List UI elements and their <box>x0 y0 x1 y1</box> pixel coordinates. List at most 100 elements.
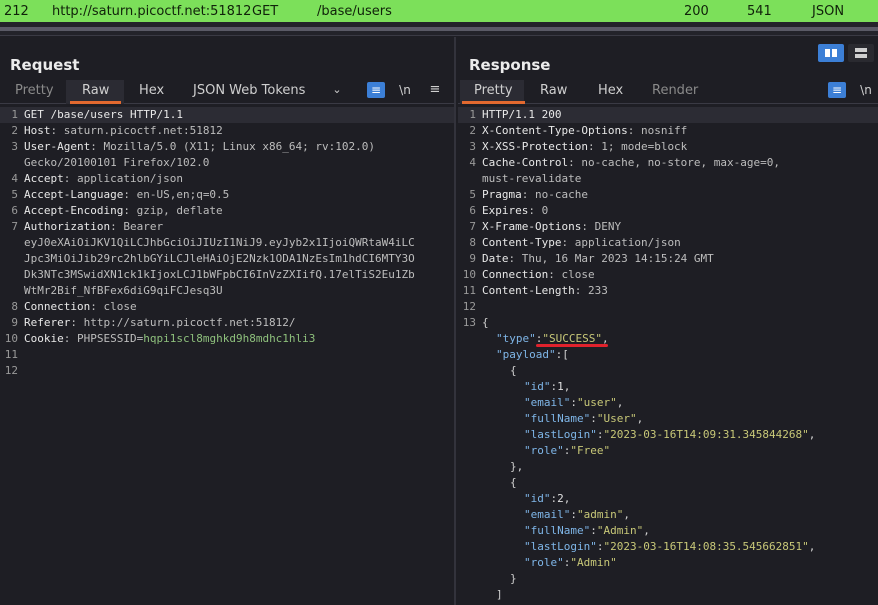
json-text: { <box>510 363 517 379</box>
header-name: Date <box>482 252 509 265</box>
header-name: Host <box>24 124 51 137</box>
menu-icon[interactable]: ≡ <box>426 82 444 98</box>
code-line: 2 X-Content-Type-Options: nosniff <box>458 123 878 139</box>
line-text: Cookie: PHPSESSID=hqpi1scl8mghkd9h8mdhc1… <box>24 331 315 347</box>
code-line: 11 Content-Length: 233 <box>458 283 878 299</box>
code-line: 4 Cache-Control: no-cache, no-store, max-… <box>458 155 878 171</box>
newline-icon[interactable]: \n <box>857 82 875 98</box>
history-host: http://saturn.picoctf.net:51812 <box>52 4 252 19</box>
response-tab-render[interactable]: Render <box>652 83 698 98</box>
line-number: 3 <box>11 140 18 153</box>
response-tab-hex[interactable]: Hex <box>598 83 623 98</box>
wrap-icon[interactable]: ≡ <box>828 82 846 98</box>
code-line: 7 X-Frame-Options: DENY <box>458 219 878 235</box>
code-line: Dk3NTc3MSwidXN1ck1kIjoxLCJ1bWFpbCI6InVzZ… <box>0 267 454 283</box>
line-number: 9 <box>469 252 476 265</box>
history-url: /base/users <box>317 4 392 19</box>
json-text: "id":2, <box>524 491 570 507</box>
horizontal-scrollbar[interactable] <box>0 27 878 31</box>
colon: : <box>590 412 597 425</box>
code-line: 10 Connection: close <box>458 267 878 283</box>
code-line: 6 Expires: 0 <box>458 203 878 219</box>
json-value: 2 <box>557 492 564 505</box>
history-row-selected[interactable]: 212 http://saturn.picoctf.net:51812 GET … <box>0 0 878 22</box>
header-name: X-Content-Type-Options <box>482 124 628 137</box>
json-value: "User" <box>596 412 637 425</box>
json-text: "role":"Admin" <box>524 555 617 571</box>
comma: , <box>808 428 816 441</box>
line-number: 7 <box>469 220 476 233</box>
json-text: "id":1, <box>524 379 570 395</box>
colon: : <box>570 396 577 409</box>
header-name: Content-Length <box>482 284 575 297</box>
line-text: WtMr2Bif_NfBFex6diG9qiFCJesq3U <box>24 283 223 299</box>
code-line: Jpc3MiOiJib29rc2hlbGYiLCJleHAiOjE2Nzk1OD… <box>0 251 454 267</box>
header-value: : no-cache <box>521 188 588 201</box>
json-key: "email" <box>524 508 571 521</box>
json-value: "Admin" <box>596 524 644 537</box>
header-value: : Mozilla/5.0 (X11; Linux x86_64; rv:102… <box>90 140 376 153</box>
bracket: ] <box>496 588 503 601</box>
json-line: "fullName":"User", <box>458 411 878 427</box>
request-tab-raw[interactable]: Raw <box>69 83 122 104</box>
history-scrollbar-area <box>0 22 878 36</box>
response-tab-raw[interactable]: Raw <box>540 83 567 98</box>
code-line: must-revalidate <box>458 171 878 187</box>
comma: , <box>623 508 630 521</box>
colon: :[ <box>555 348 569 361</box>
json-line: "lastLogin":"2023-03-16T14:09:31.3458442… <box>458 427 878 443</box>
json-line: }, <box>458 459 878 475</box>
json-text: "fullName":"Admin", <box>524 523 650 539</box>
request-tab-jwt[interactable]: JSON Web Tokens <box>193 83 305 98</box>
line-text: X-Content-Type-Options: nosniff <box>482 123 687 139</box>
header-name: Expires <box>482 204 529 217</box>
header-value: WtMr2Bif_NfBFex6diG9qiFCJesq3U <box>24 284 223 297</box>
response-title: Response <box>469 56 551 74</box>
split-horizontal-icon[interactable] <box>818 44 844 62</box>
wrap-icon[interactable]: ≡ <box>367 82 385 98</box>
json-line: "lastLogin":"2023-03-16T14:08:35.5456628… <box>458 539 878 555</box>
json-value: "Admin" <box>570 556 617 569</box>
json-line: "id":1, <box>458 379 878 395</box>
line-number: 2 <box>469 124 476 137</box>
json-key: "id" <box>524 380 551 393</box>
header-value: : 233 <box>574 284 608 297</box>
request-pane: Request Pretty Raw Hex JSON Web Tokens ⌄… <box>0 37 456 605</box>
json-key: "email" <box>524 396 571 409</box>
line-number: 6 <box>469 204 476 217</box>
cookie-value: hqpi1scl8mghkd9h8mdhc1hli3 <box>143 332 316 345</box>
chevron-down-icon[interactable]: ⌄ <box>328 82 346 98</box>
newline-icon[interactable]: \n <box>396 82 414 98</box>
line-number: 1 <box>11 108 18 121</box>
header-value: : DENY <box>581 220 622 233</box>
json-line: "type":"SUCCESS", <box>458 331 878 347</box>
request-tab-pretty[interactable]: Pretty <box>15 83 54 98</box>
header-name: X-Frame-Options <box>482 220 582 233</box>
line-text: Content-Type: application/json <box>482 235 681 251</box>
response-tabs: Pretty Raw Hex Render ≡ \n <box>458 80 878 104</box>
response-editor[interactable]: 1 HTTP/1.1 200 2 X-Content-Type-Options: no… <box>458 107 878 603</box>
header-name: Cache-Control <box>482 156 569 169</box>
json-line: { <box>458 475 878 491</box>
line-text: Jpc3MiOiJib29rc2hlbGYiLCJleHAiOjE2Nzk1OD… <box>24 251 415 267</box>
header-name: Content-Type <box>482 236 562 249</box>
line-number: 10 <box>4 332 18 345</box>
header-value: : en-US,en;q=0.5 <box>123 188 230 201</box>
line-number: 12 <box>462 300 476 313</box>
request-tab-hex[interactable]: Hex <box>139 83 164 98</box>
json-key: "role" <box>524 556 564 569</box>
json-value: "user" <box>576 396 617 409</box>
json-text: "fullName":"User", <box>524 411 643 427</box>
code-line: 3 X-XSS-Protection: 1; mode=block <box>458 139 878 155</box>
request-editor[interactable]: 1 GET /base/users HTTP/1.1 2 Host: saturn.p… <box>0 107 454 379</box>
json-value: 1 <box>557 380 564 393</box>
code-line: 9 Date: Thu, 16 Mar 2023 14:15:24 GMT <box>458 251 878 267</box>
json-text: ] <box>496 587 503 603</box>
code-line: 8 Content-Type: application/json <box>458 235 878 251</box>
header-name: Accept-Encoding <box>24 204 124 217</box>
line-number: 7 <box>11 220 18 233</box>
response-tab-pretty[interactable]: Pretty <box>462 83 524 104</box>
header-value: : no-cache, no-store, max-age=0, <box>568 156 781 169</box>
line-text: eyJ0eXAiOiJKV1QiLCJhbGciOiJIUzI1NiJ9.eyJ… <box>24 235 415 251</box>
split-vertical-icon[interactable] <box>848 44 874 62</box>
